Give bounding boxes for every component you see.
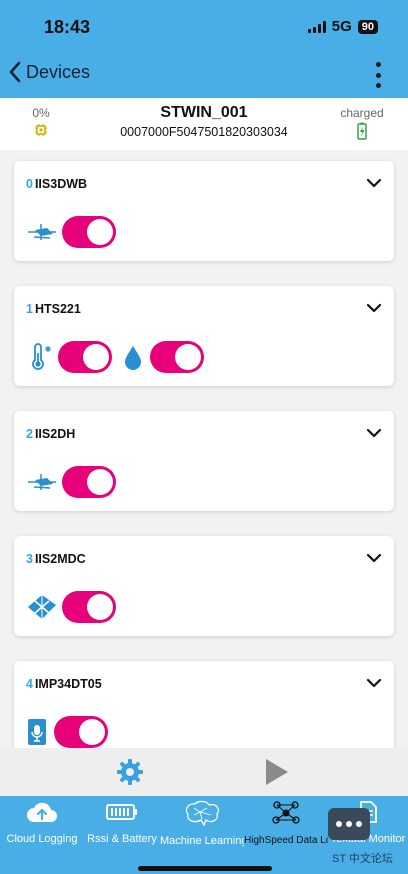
sensor-controls	[26, 216, 116, 248]
tab-label: Rssi & Battery	[87, 833, 157, 845]
brain-icon	[185, 800, 220, 827]
magnetometer-icon	[28, 595, 56, 619]
sensor-card[interactable]: 4 IMP34DT05	[14, 661, 394, 761]
sensor-card[interactable]: 0 IIS3DWB	[14, 161, 394, 261]
bottom-tab-bar: Cloud Logging Rssi & Battery Machine Lea…	[0, 796, 408, 874]
battery-charging-icon	[357, 122, 367, 140]
sensor-card[interactable]: 1 HTS221	[14, 286, 394, 386]
watermark: ST 中文论坛	[332, 853, 393, 865]
more-options-icon[interactable]	[372, 62, 384, 88]
sensor-title: 1 HTS221	[26, 302, 81, 316]
status-indicators: 5G 90	[307, 18, 378, 35]
status-bar: 18:43 5G 90	[0, 0, 408, 52]
play-icon[interactable]	[264, 758, 290, 786]
chevron-down-icon[interactable]	[366, 302, 382, 314]
accelerometer-icon	[28, 224, 56, 240]
chevron-down-icon[interactable]	[366, 677, 382, 689]
sensor-controls	[26, 591, 116, 623]
tab-label: Machine Learning Co	[160, 835, 244, 847]
tab-machine-learning[interactable]: Machine Learning Co	[160, 800, 244, 847]
sensor-title: 4 IMP34DT05	[26, 677, 102, 691]
sensor-controls	[26, 341, 204, 373]
thermometer-icon	[32, 343, 51, 370]
sensor-index: 3	[26, 552, 33, 566]
chevron-left-icon	[9, 61, 21, 83]
sensor-index: 4	[26, 677, 33, 691]
tab-cloud-logging[interactable]: Cloud Logging	[0, 800, 84, 845]
tab-label: Cloud Logging	[6, 833, 78, 845]
sensor-enable-toggle[interactable]	[62, 466, 116, 498]
sensor-title: 2 IIS2DH	[26, 427, 75, 441]
sensor-name: IIS3DWB	[34, 177, 88, 191]
sensor-enable-toggle[interactable]	[62, 591, 116, 623]
cellular-signal-icon	[307, 20, 326, 33]
sensor-index: 2	[26, 427, 33, 441]
microphone-icon	[28, 719, 46, 745]
network-icon	[272, 801, 300, 824]
battery-icon	[106, 804, 137, 820]
gear-icon[interactable]	[116, 758, 144, 786]
temperature-toggle[interactable]	[58, 341, 112, 373]
sensor-enable-toggle[interactable]	[62, 216, 116, 248]
status-time: 18:43	[44, 17, 91, 37]
accelerometer-icon	[28, 474, 56, 490]
back-label: Devices	[26, 61, 91, 82]
tab-highspeed-datalog[interactable]: HighSpeed Data Log	[244, 800, 328, 846]
sensor-card[interactable]: 2 IIS2DH	[14, 411, 394, 511]
charge-status: charged	[340, 106, 384, 120]
chevron-down-icon[interactable]	[366, 552, 382, 564]
sensor-controls	[26, 716, 108, 748]
cloud-upload-icon	[27, 802, 57, 822]
sensor-controls	[26, 466, 116, 498]
charge-section: charged	[332, 106, 392, 145]
home-indicator	[138, 866, 272, 871]
sensor-name: HTS221	[34, 302, 81, 316]
sensor-name: IMP34DT05	[34, 677, 102, 691]
tab-rssi-battery[interactable]: Rssi & Battery	[84, 800, 160, 845]
action-bar	[0, 748, 408, 796]
sensor-index: 1	[26, 302, 33, 316]
humidity-drop-icon	[125, 346, 141, 370]
device-header: 0% STWIN_001 0007000F5047501820303034 ch…	[0, 98, 408, 150]
sensor-title: 3 IIS2MDC	[26, 552, 86, 566]
chevron-down-icon[interactable]	[366, 177, 382, 189]
tab-label: HighSpeed Data Log	[244, 835, 328, 846]
sensor-name: IIS2DH	[34, 427, 76, 441]
network-type: 5G	[331, 18, 352, 35]
chat-bubble-icon	[328, 808, 370, 840]
sensor-card[interactable]: 3 IIS2MDC	[14, 536, 394, 636]
sensor-title: 0 IIS3DWB	[26, 177, 87, 191]
humidity-toggle[interactable]	[150, 341, 204, 373]
sensor-index: 0	[26, 177, 33, 191]
navigation-bar: Devices	[0, 52, 408, 98]
chevron-down-icon[interactable]	[366, 427, 382, 439]
battery-level-badge: 90	[357, 19, 378, 34]
sensor-name: IIS2MDC	[34, 552, 86, 566]
sensor-enable-toggle[interactable]	[54, 716, 108, 748]
back-button[interactable]: Devices	[8, 60, 90, 84]
